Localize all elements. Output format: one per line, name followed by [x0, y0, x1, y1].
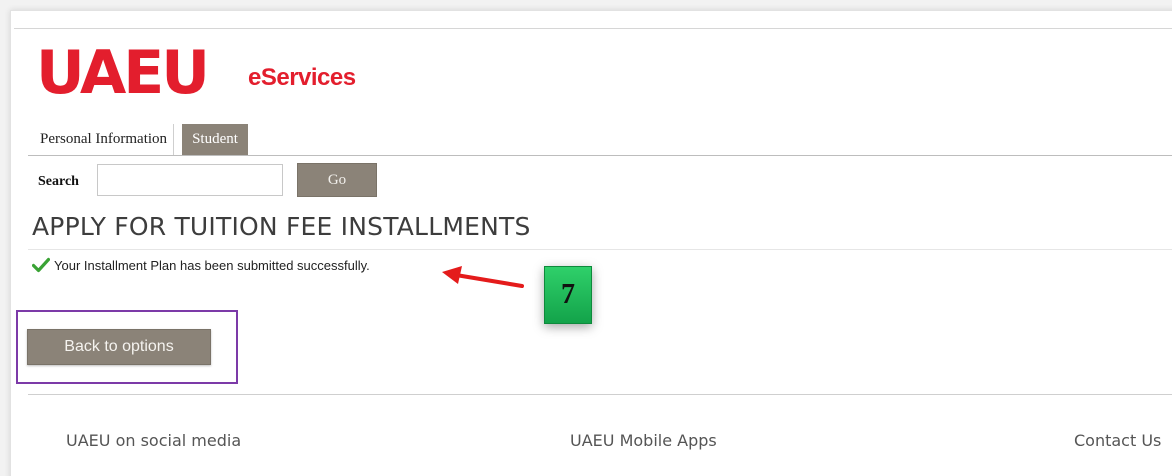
arrow-left-icon — [442, 266, 524, 288]
footer-link-social-media[interactable]: UAEU on social media — [66, 431, 241, 450]
step-number-badge: 7 — [544, 266, 592, 324]
main-tabs: Personal Information Student — [34, 124, 248, 155]
page: UAEU eServices Personal Information Stud… — [0, 0, 1172, 476]
tab-personal-information[interactable]: Personal Information — [34, 124, 175, 155]
search-label: Search — [38, 174, 79, 189]
tabs-divider — [28, 155, 1172, 156]
success-text: Your Installment Plan has been submitted… — [54, 257, 370, 273]
go-button[interactable]: Go — [297, 163, 377, 197]
search-input[interactable] — [97, 164, 283, 196]
eservices-title: eServices — [248, 64, 356, 91]
success-message: Your Installment Plan has been submitted… — [32, 257, 370, 273]
check-icon — [32, 257, 50, 273]
title-divider — [28, 249, 1172, 250]
top-divider — [14, 28, 1172, 29]
back-to-options-button[interactable]: Back to options — [27, 329, 211, 365]
logo-text: UAEU — [36, 38, 210, 108]
page-title: APPLY FOR TUITION FEE INSTALLMENTS — [32, 212, 531, 241]
footer-link-mobile-apps[interactable]: UAEU Mobile Apps — [570, 431, 717, 450]
footer-link-contact-us[interactable]: Contact Us — [1074, 431, 1164, 450]
tab-student[interactable]: Student — [182, 124, 248, 155]
footer-divider — [28, 394, 1172, 395]
